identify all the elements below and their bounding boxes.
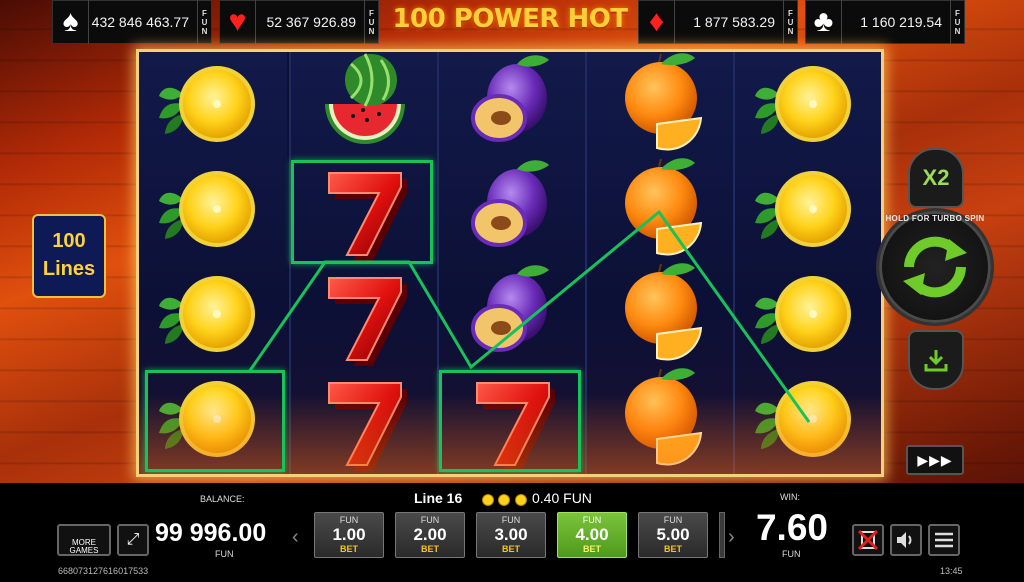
double-up-button[interactable]: X2	[908, 148, 964, 208]
win-highlight-box	[439, 370, 581, 472]
jackpot-amount: 432 846 463.77	[91, 14, 189, 30]
reel-frame	[136, 49, 884, 477]
symbol-orange	[587, 262, 735, 367]
symbol-lemon	[735, 262, 881, 367]
bet-option-5[interactable]: FUN 5.00 BET	[638, 512, 708, 558]
jackpot-fun-label: FUN	[950, 0, 964, 44]
bet-value: 5.00	[656, 525, 690, 544]
symbol-lemon	[735, 367, 881, 472]
bet-option-4-selected[interactable]: FUN 4.00 BET	[557, 512, 627, 558]
autoplay-button[interactable]	[908, 330, 964, 390]
jackpot-fun-label: FUN	[364, 0, 378, 44]
symbol-seven	[291, 262, 439, 367]
bet-option-3[interactable]: FUN 3.00 BET	[476, 512, 546, 558]
lines-count: 100	[52, 230, 86, 252]
bet-prev-arrow-icon[interactable]: ‹	[292, 526, 299, 549]
bet-value: 1.00	[332, 525, 366, 544]
lines-label: Lines	[42, 258, 96, 280]
gamble-off-button[interactable]	[852, 524, 884, 556]
more-games-label: MORE GAMES	[69, 538, 99, 555]
bet-currency: FUN	[339, 515, 359, 525]
bet-value: 2.00	[413, 525, 447, 544]
bet-option-2[interactable]: FUN 2.00 BET	[395, 512, 465, 558]
win-highlight-box	[145, 370, 285, 472]
jackpot-fun-label: FUN	[197, 0, 211, 44]
bet-value: 4.00	[575, 525, 609, 544]
jackpot-club: ♣ 1 160 219.54 FUN	[805, 0, 965, 44]
win-highlight-box	[291, 160, 433, 264]
spin-arrows-icon	[903, 236, 967, 298]
win-currency: FUN	[782, 549, 801, 559]
reel-5	[733, 52, 881, 474]
win-label: WIN:	[780, 492, 800, 502]
jackpot-amount: 52 367 926.89	[266, 14, 356, 30]
bet-label: BET	[664, 544, 682, 554]
spin-hint-label: HOLD FOR TURBO SPIN	[885, 214, 985, 223]
balance-value: 99 996.00	[155, 519, 267, 547]
bet-scroll-edge	[719, 512, 725, 558]
club-icon: ♣	[806, 0, 842, 44]
fullscreen-button[interactable]: ⤢	[117, 524, 149, 556]
spin-button[interactable]	[876, 208, 994, 326]
bet-currency: FUN	[420, 515, 440, 525]
balance-currency: FUN	[215, 549, 234, 559]
line-info: Line 16	[414, 490, 463, 506]
bet-label: BET	[583, 544, 601, 554]
sound-button[interactable]	[890, 524, 922, 556]
symbol-orange	[587, 367, 735, 472]
symbol-orange	[587, 52, 735, 157]
symbol-lemon	[139, 157, 287, 262]
symbol-lemon	[139, 262, 287, 367]
balance-label: BALANCE:	[200, 494, 245, 504]
bet-currency: FUN	[501, 515, 521, 525]
speaker-icon	[897, 532, 912, 548]
win-value: 7.60	[755, 507, 828, 548]
symbol-watermelon	[291, 52, 439, 157]
symbol-seven	[291, 367, 439, 472]
bet-next-arrow-icon[interactable]: ›	[728, 526, 735, 549]
session-id: 668073127616017533	[58, 566, 149, 576]
heart-icon: ♥	[220, 0, 256, 44]
reel-4	[585, 52, 733, 474]
bet-currency: FUN	[582, 515, 602, 525]
bet-label: BET	[421, 544, 439, 554]
symbol-plum	[439, 157, 587, 262]
more-games-button[interactable]: MORE GAMES	[57, 524, 111, 556]
symbol-plum	[439, 52, 587, 157]
clock: 13:45	[940, 566, 963, 576]
diamond-icon: ♦	[639, 0, 675, 44]
symbol-orange	[587, 157, 735, 262]
bet-label: BET	[502, 544, 520, 554]
bet-label: BET	[340, 544, 358, 554]
game-title: 100 POWER HOT	[392, 4, 628, 34]
menu-button[interactable]	[928, 524, 960, 556]
download-icon	[924, 350, 948, 372]
lines-badge: 100 Lines	[32, 214, 106, 298]
jackpot-fun-label: FUN	[783, 0, 797, 44]
bet-option-1[interactable]: FUN 1.00 BET	[314, 512, 384, 558]
spade-icon: ♠	[53, 0, 89, 44]
symbol-plum	[439, 262, 587, 367]
jackpot-heart: ♥ 52 367 926.89 FUN	[219, 0, 379, 44]
symbol-lemon	[139, 52, 287, 157]
symbol-lemon	[735, 157, 881, 262]
bet-value: 3.00	[494, 525, 528, 544]
bet-currency: FUN	[663, 515, 683, 525]
symbol-lemon	[735, 52, 881, 157]
hamburger-icon	[935, 532, 953, 548]
jackpot-amount: 1 160 219.54	[860, 14, 942, 30]
expand-icon: ⤢	[126, 531, 140, 548]
jackpot-amount: 1 877 583.29	[693, 14, 775, 30]
cards-off-icon	[857, 529, 879, 551]
jackpot-spade: ♠ 432 846 463.77 FUN	[52, 0, 212, 44]
line-win-amount: 0.40 FUN	[532, 490, 592, 506]
jackpot-diamond: ♦ 1 877 583.29 FUN	[638, 0, 798, 44]
fast-forward-button[interactable]: ▶▶▶	[906, 445, 964, 475]
coins-icon	[482, 493, 530, 506]
